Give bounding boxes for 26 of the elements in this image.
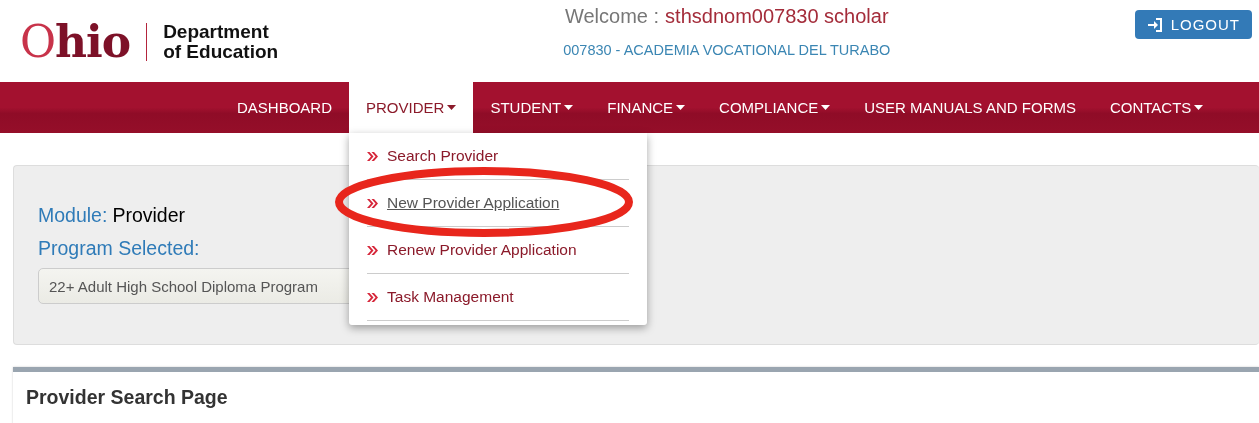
logo-text: of Education [163, 42, 279, 62]
section-title: Provider Search Page [26, 386, 229, 409]
dropdown-menu-item[interactable]: Task Management [367, 274, 630, 321]
user-name: sthsdnom007830 scholar [665, 5, 889, 28]
double-chevron-icon [367, 151, 379, 161]
nav-tab[interactable]: USER MANUALS AND FORMS [847, 82, 1093, 133]
double-chevron-icon [367, 198, 379, 208]
module-label: Module: [38, 204, 108, 227]
nav-tab[interactable]: STUDENT [473, 82, 591, 133]
dropdown-menu-item[interactable]: Renew Provider Application [367, 227, 630, 274]
nav-tab[interactable]: COMPLIANCE [702, 82, 848, 133]
logout-button[interactable]: LOGOUT [1134, 10, 1252, 39]
nav-tab[interactable]: PROVIDER [349, 82, 474, 133]
organization-name: 007830 - ACADEMIA VOCATIONAL DEL TURABO [563, 42, 891, 58]
sign-in-icon [1146, 17, 1163, 32]
nav-tab[interactable]: DASHBOARD [220, 82, 350, 133]
module-value: Provider [112, 204, 185, 227]
logo-text: Department [163, 22, 270, 42]
ohio-logo-wordmark: Ohio [20, 18, 131, 66]
double-chevron-icon [367, 245, 379, 255]
program-label: Program Selected: [38, 237, 200, 260]
nav-tab[interactable]: FINANCE [590, 82, 703, 133]
welcome-label: Welcome : [565, 5, 660, 28]
nav-tab[interactable]: CONTACTS [1092, 82, 1208, 133]
dropdown-menu-item[interactable]: Search Provider [367, 133, 630, 180]
double-chevron-icon [367, 292, 379, 302]
